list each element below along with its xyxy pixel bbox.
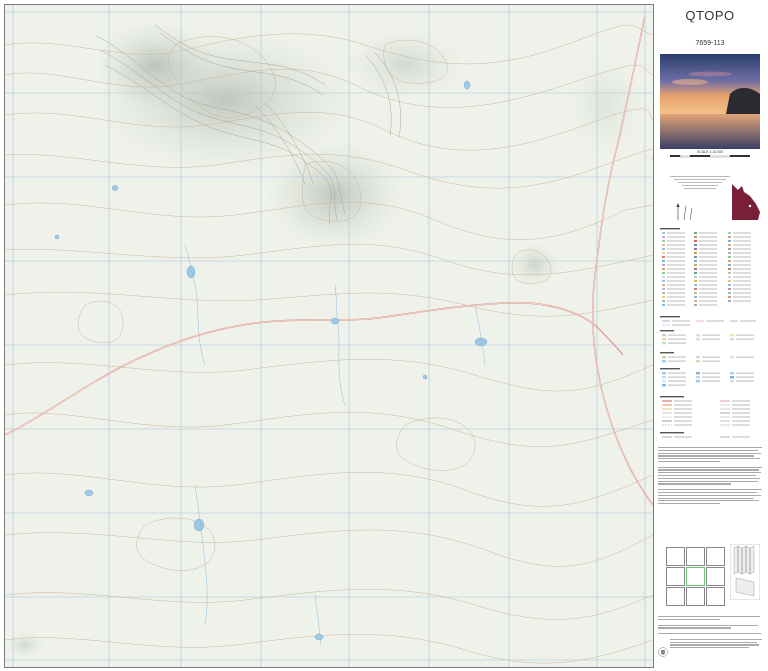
scale-label: SCALE 1:10,000 <box>696 150 724 154</box>
map-frame[interactable] <box>4 4 654 668</box>
index-sheet-sw <box>666 587 685 606</box>
index-sheet-ne <box>706 547 725 566</box>
index-sheet-n <box>686 547 705 566</box>
queensland-crest-icon <box>658 647 668 657</box>
north-arrow-icon <box>676 203 693 221</box>
folding-guide-icon <box>730 544 760 600</box>
map-canvas <box>5 5 653 667</box>
index-sheet-s <box>686 587 705 606</box>
map-title: QTOPO <box>685 8 735 23</box>
index-sheet-se <box>706 587 725 606</box>
disclaimer-notes <box>658 447 762 506</box>
sheet-number: 7659-113 <box>695 40 725 47</box>
datum-block <box>670 176 730 189</box>
map-sidebar: QTOPO 7659-113 SCALE 1:10,000 <box>656 4 764 666</box>
index-sheet-w <box>666 567 685 586</box>
index-sheet-nw <box>666 547 685 566</box>
scale-bar <box>670 155 750 158</box>
index-sheet-current <box>686 567 705 586</box>
copyright-notes <box>658 616 762 650</box>
adjoining-sheets-index <box>666 547 726 607</box>
cover-photo <box>660 54 760 149</box>
queensland-locator-map <box>732 184 760 220</box>
legend-graphic <box>660 228 756 438</box>
index-sheet-e <box>706 567 725 586</box>
